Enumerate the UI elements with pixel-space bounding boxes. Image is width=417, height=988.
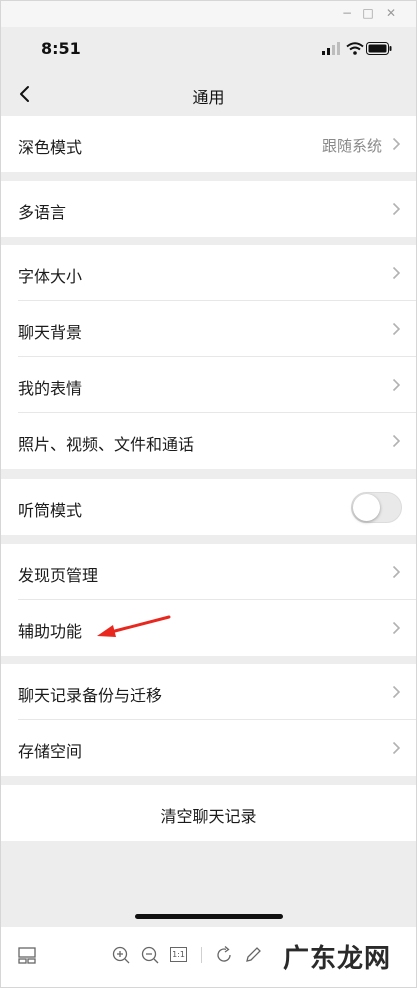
row-label: 深色模式 [18, 138, 83, 157]
signal-icon [322, 42, 340, 55]
settings-row-media-calls[interactable]: 照片、视频、文件和通话 [1, 413, 416, 469]
chevron-right-icon [392, 434, 401, 448]
chevron-right-icon [392, 378, 401, 392]
row-label: 聊天背景 [18, 323, 83, 342]
layout-icon[interactable] [16, 944, 38, 966]
home-indicator [135, 914, 283, 919]
page-title: 通用 [192, 88, 225, 107]
settings-group-language: 多语言 [1, 181, 416, 237]
row-label: 辅助功能 [18, 622, 83, 641]
row-label: 字体大小 [18, 267, 83, 286]
edit-icon[interactable] [242, 944, 264, 966]
settings-group-earpiece: 听筒模式 [1, 479, 416, 535]
clear-chat-history-label: 清空聊天记录 [160, 807, 257, 826]
row-label: 听筒模式 [18, 501, 83, 520]
settings-row-discover-manage[interactable]: 发现页管理 [1, 544, 416, 600]
settings-group-storage: 聊天记录备份与迁移 存储空间 [1, 664, 416, 776]
settings-row-backup-migrate[interactable]: 聊天记录备份与迁移 [1, 664, 416, 720]
battery-icon [366, 42, 392, 55]
status-time: 8:51 [41, 39, 81, 58]
viewer-toolbar: 1:1 广东龙网 [1, 927, 416, 987]
row-label: 发现页管理 [18, 566, 99, 585]
actual-size-label: 1:1 [170, 947, 187, 962]
settings-row-dark-mode[interactable]: 深色模式 跟随系统 [1, 116, 416, 172]
chevron-right-icon [392, 137, 401, 151]
toolbar-divider [201, 947, 202, 963]
maximize-button[interactable]: □ [361, 6, 375, 20]
settings-row-storage[interactable]: 存储空间 [1, 720, 416, 776]
chevron-right-icon [392, 565, 401, 579]
red-arrow-annotation [97, 615, 171, 637]
chevron-right-icon [392, 685, 401, 699]
nav-bar: 通用 [1, 73, 416, 116]
wifi-icon [346, 42, 364, 55]
close-button[interactable]: ✕ [384, 6, 398, 20]
chevron-right-icon [392, 266, 401, 280]
row-label: 我的表情 [18, 379, 83, 398]
settings-row-stickers[interactable]: 我的表情 [1, 357, 416, 413]
chevron-right-icon [392, 621, 401, 635]
row-label: 聊天记录备份与迁移 [18, 686, 163, 705]
actual-size-icon[interactable]: 1:1 [168, 944, 190, 966]
settings-group-discover: 发现页管理 辅助功能 [1, 544, 416, 656]
watermark-text: 广东龙网 [283, 944, 392, 974]
row-label: 存储空间 [18, 742, 83, 761]
zoom-in-icon[interactable] [110, 944, 132, 966]
earpiece-mode-toggle[interactable] [351, 492, 402, 523]
toggle-knob [353, 494, 380, 521]
row-value: 跟随系统 [321, 137, 382, 155]
window-titlebar: − □ ✕ [1, 1, 416, 27]
settings-row-font-size[interactable]: 字体大小 [1, 245, 416, 301]
zoom-out-icon[interactable] [139, 944, 161, 966]
settings-row-chat-background[interactable]: 聊天背景 [1, 301, 416, 357]
row-label: 照片、视频、文件和通话 [18, 435, 195, 454]
settings-row-accessibility[interactable]: 辅助功能 [1, 600, 416, 656]
chevron-right-icon [392, 202, 401, 216]
settings-row-language[interactable]: 多语言 [1, 181, 416, 237]
settings-group-chat: 字体大小 聊天背景 我的表情 照片、视频、文件和通话 [1, 245, 416, 469]
rotate-icon[interactable] [213, 944, 235, 966]
clear-chat-history-button[interactable]: 清空聊天记录 [1, 785, 416, 841]
chevron-right-icon [392, 741, 401, 755]
settings-row-earpiece-mode: 听筒模式 [1, 479, 416, 535]
minimize-button[interactable]: − [340, 6, 354, 20]
row-label: 多语言 [18, 203, 67, 222]
settings-group-display: 深色模式 跟随系统 [1, 116, 416, 172]
app-window: − □ ✕ 8:51 通用 深色模式 跟随系统 多语言 字体大小 聊天背景 我的… [0, 0, 417, 988]
chevron-right-icon [392, 322, 401, 336]
settings-group-clear: 清空聊天记录 [1, 785, 416, 841]
status-bar: 8:51 [1, 27, 416, 73]
